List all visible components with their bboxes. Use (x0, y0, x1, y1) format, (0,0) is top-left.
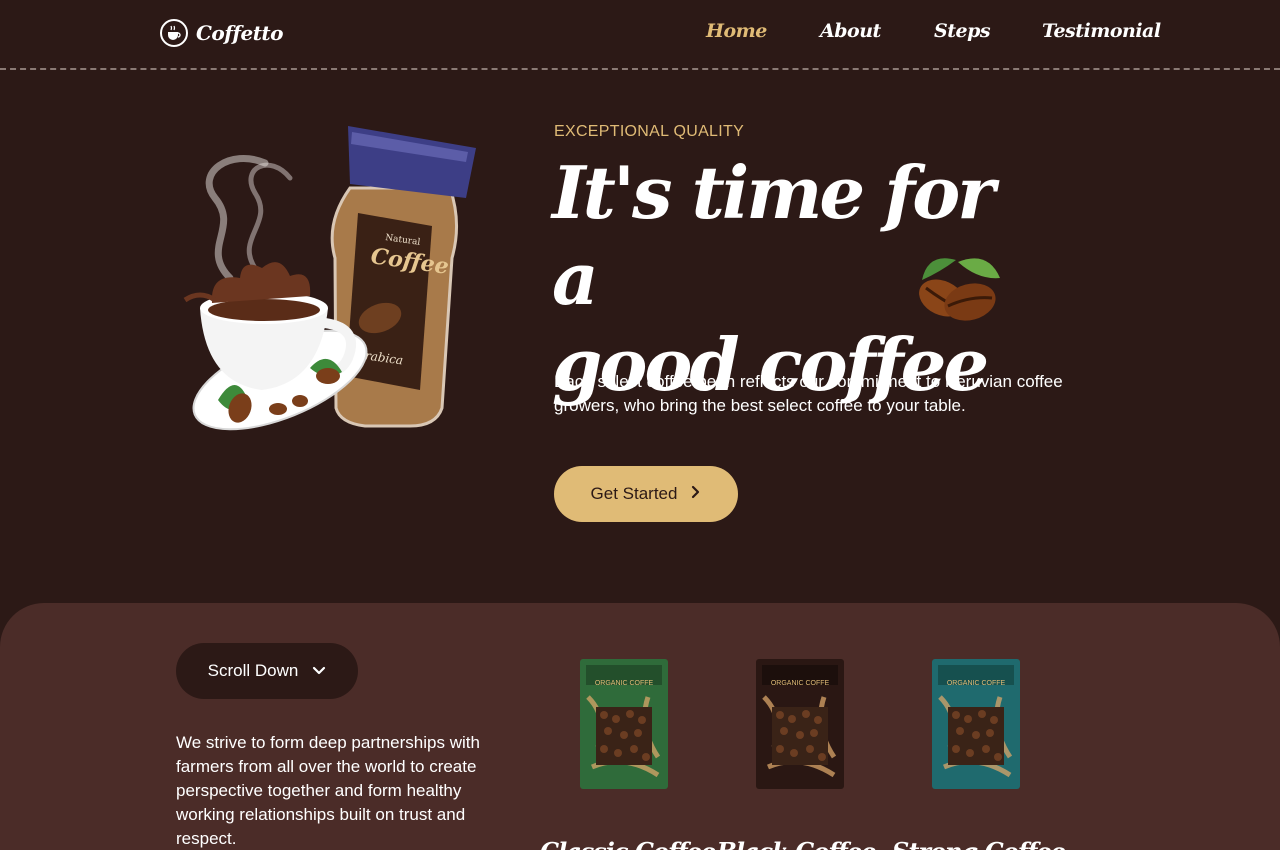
scroll-down-label: Scroll Down (207, 661, 299, 680)
product-name-classic: Classic Coffee (540, 837, 716, 850)
partnership-text: We strive to form deep partnerships with… (176, 733, 480, 848)
nav-item-about[interactable]: About (820, 20, 881, 42)
coffee-beans-icon (908, 250, 1004, 334)
bag-label-strong: ORGANIC COFFE (947, 680, 1006, 687)
coffee-bag-classic: ORGANIC COFFE (580, 659, 668, 789)
coffee-jar-and-cup-illustration: Natural Coffee Arabica (170, 118, 490, 438)
nav-item-steps[interactable]: Steps (934, 20, 991, 42)
coffee-bag-black: ORGANIC COFFE (756, 659, 844, 789)
bag-label-classic: ORGANIC COFFE (595, 680, 654, 687)
product-card-black[interactable]: ORGANIC COFFE Black Coffee (716, 657, 876, 850)
products-section: Scroll Down We strive to form deep partn… (0, 603, 1280, 850)
product-card-strong[interactable]: ORGANIC COFFE Strong Coffee (892, 657, 1066, 850)
get-started-label: Get Started (590, 484, 678, 503)
chevron-down-icon (312, 661, 326, 681)
main-nav: Home About Steps Testimonial (0, 20, 1280, 48)
bag-label-black: ORGANIC COFFE (771, 680, 830, 687)
nav-item-home[interactable]: Home (706, 20, 767, 42)
scroll-down-button[interactable]: Scroll Down (176, 643, 358, 699)
get-started-button[interactable]: Get Started (554, 466, 738, 522)
chevron-right-icon (691, 484, 701, 504)
hero-description: Each select coffee bean reflects our com… (554, 372, 1063, 415)
nav-item-testimonial[interactable]: Testimonial (1042, 20, 1161, 42)
hero-eyebrow: EXCEPTIONAL QUALITY (554, 123, 745, 140)
site-header: Coffetto Home About Steps Testimonial (0, 0, 1280, 70)
product-card-classic[interactable]: ORGANIC COFFE Classic Coffee (540, 657, 716, 850)
product-name-black: Black Coffee (716, 837, 877, 850)
coffee-bag-strong: ORGANIC COFFE (932, 659, 1020, 789)
product-name-strong: Strong Coffee (892, 837, 1066, 850)
